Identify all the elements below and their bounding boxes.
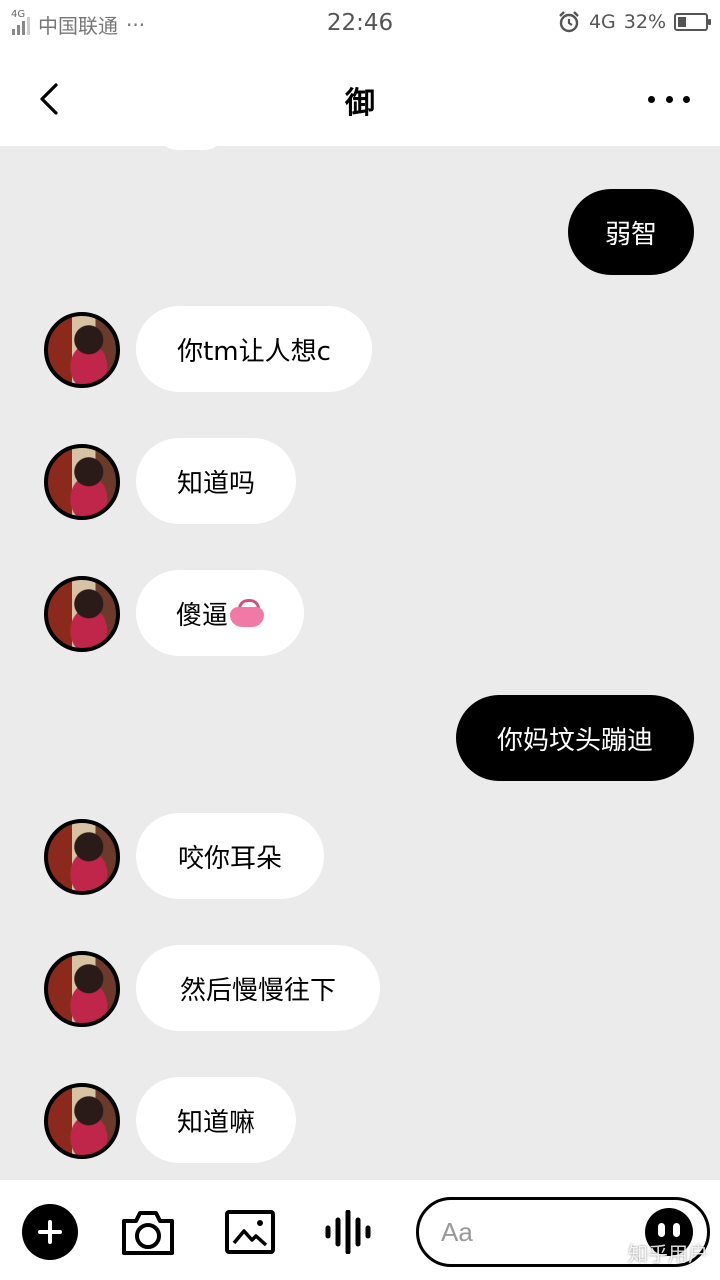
voice-button[interactable] xyxy=(320,1204,376,1260)
incoming-message[interactable]: 然后慢慢往下 xyxy=(136,945,380,1031)
composer-toolbar xyxy=(0,1180,720,1280)
chat-messages[interactable]: 弱智 你tm让人想c 知道吗 傻逼 你妈坟头蹦迪 咬你耳朵 然后慢慢往下 知道嘛 xyxy=(0,146,720,1180)
incoming-message[interactable]: 知道嘛 xyxy=(136,1077,296,1163)
camera-icon xyxy=(122,1211,174,1255)
outgoing-message[interactable]: 弱智 xyxy=(568,189,694,275)
battery-percent: 32% xyxy=(623,11,666,33)
incoming-message[interactable]: 咬你耳朵 xyxy=(136,813,324,899)
message-text: 咬你耳朵 xyxy=(177,843,282,874)
more-button[interactable] xyxy=(648,84,690,114)
message-text: 知道嘛 xyxy=(176,1107,255,1138)
avatar[interactable] xyxy=(44,444,120,520)
emoji-icon xyxy=(658,1223,665,1237)
message-text: 你tm让人想c xyxy=(177,336,331,367)
avatar[interactable] xyxy=(44,576,120,652)
message-text: 弱智 xyxy=(604,219,657,250)
incoming-message[interactable]: 知道吗 xyxy=(136,438,296,524)
purse-emoji xyxy=(230,599,264,627)
image-icon xyxy=(225,1210,275,1254)
chat-header: 御 xyxy=(0,52,720,146)
alarm-icon xyxy=(559,11,579,33)
avatar[interactable] xyxy=(44,1083,120,1159)
network-label: 4G xyxy=(588,11,616,33)
avatar[interactable] xyxy=(44,951,120,1027)
outgoing-message[interactable]: 你妈坟头蹦迪 xyxy=(456,695,694,781)
chat-title: 御 xyxy=(345,86,375,121)
gallery-button[interactable] xyxy=(222,1204,278,1260)
incoming-message[interactable]: 你tm让人想c xyxy=(136,306,372,392)
add-button[interactable] xyxy=(22,1204,78,1260)
watermark: 知乎用户 xyxy=(628,1242,708,1266)
battery-charging-icon xyxy=(674,13,711,31)
camera-button[interactable] xyxy=(120,1204,176,1260)
avatar[interactable] xyxy=(44,819,120,895)
voice-icon xyxy=(325,1210,371,1254)
message-text: 傻逼 xyxy=(175,600,228,631)
status-right: 4G 32% xyxy=(557,10,711,34)
message-input[interactable] xyxy=(441,1210,631,1254)
message-text: 知道吗 xyxy=(176,468,255,499)
more-dots-icon xyxy=(648,95,655,103)
status-bar: 4G 中国联通 ··· 22:46 4G 32% xyxy=(0,0,720,52)
message-text: 你妈坟头蹦迪 xyxy=(496,725,653,756)
incoming-message[interactable]: 傻逼 xyxy=(136,570,304,656)
plus-icon xyxy=(38,1220,62,1244)
avatar[interactable] xyxy=(44,312,120,388)
partial-message-bubble xyxy=(156,146,226,150)
message-text: 然后慢慢往下 xyxy=(179,975,336,1006)
